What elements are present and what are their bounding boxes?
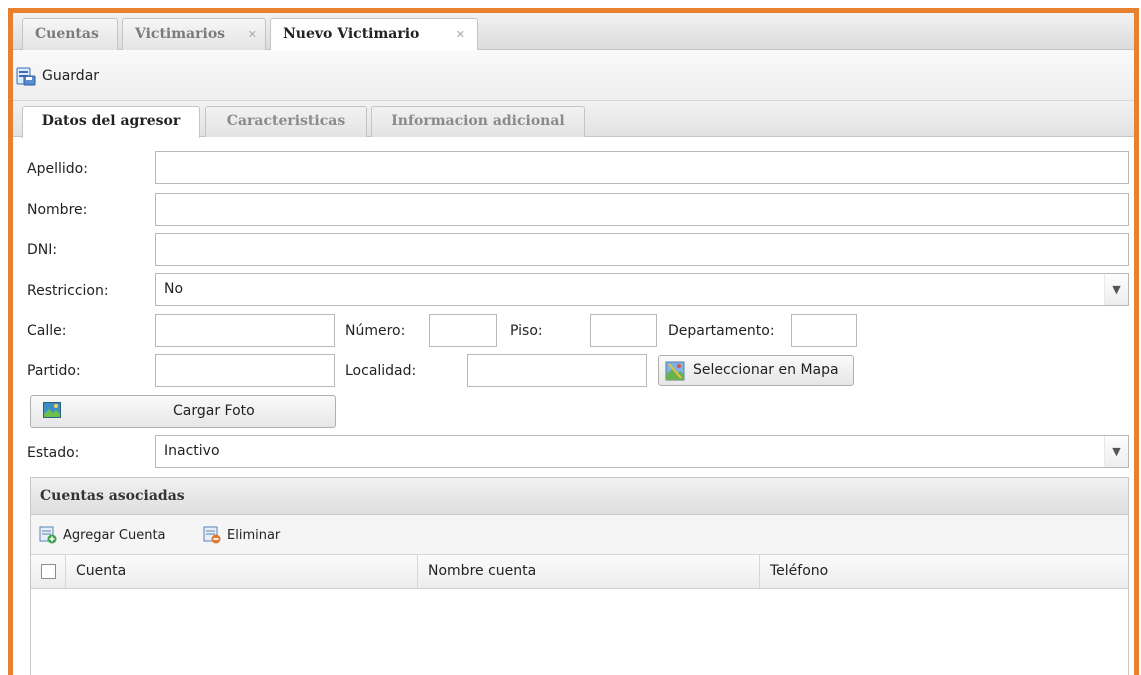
tab-datos-del-agresor-label: Datos del agresor xyxy=(41,113,181,129)
piso-field[interactable] xyxy=(590,314,657,347)
localidad-label: Localidad: xyxy=(345,363,417,379)
numero-label: Número: xyxy=(345,323,406,339)
upload-photo-button[interactable]: Cargar Foto xyxy=(30,395,336,428)
app-window: Cuentas Victimarios ✕ Nuevo Victimario ✕… xyxy=(8,8,1139,675)
apellido-field[interactable] xyxy=(155,151,1129,184)
tab-datos-del-agresor[interactable]: Datos del agresor xyxy=(22,106,200,138)
accounts-grid-header: Cuenta Nombre cuenta Teléfono xyxy=(31,555,1128,589)
numero-field[interactable] xyxy=(429,314,497,347)
piso-label: Piso: xyxy=(510,323,543,339)
restriccion-value: No xyxy=(164,281,184,297)
select-all-checkbox[interactable] xyxy=(41,564,56,579)
tab-nuevo-victimario[interactable]: Nuevo Victimario ✕ xyxy=(270,18,478,51)
select-on-map-button[interactable]: Seleccionar en Mapa xyxy=(658,355,854,386)
accounts-toolbar: Agregar Cuenta Eliminar xyxy=(31,515,1128,555)
nombre-field[interactable] xyxy=(155,193,1129,226)
estado-label: Estado: xyxy=(27,445,80,461)
main-tab-strip: Cuentas Victimarios ✕ Nuevo Victimario ✕ xyxy=(13,13,1134,51)
dni-label: DNI: xyxy=(27,242,58,258)
nombre-label: Nombre: xyxy=(27,202,88,218)
tab-informacion-adicional[interactable]: Informacion adicional xyxy=(371,106,585,137)
add-account-button[interactable]: Agregar Cuenta xyxy=(39,526,166,544)
partido-label: Partido: xyxy=(27,363,81,379)
tab-caracteristicas[interactable]: Caracteristicas xyxy=(205,106,367,137)
tab-victimarios[interactable]: Victimarios ✕ xyxy=(122,18,266,50)
picture-icon xyxy=(43,402,61,418)
save-icon xyxy=(16,66,36,86)
close-tab-victimarios-icon[interactable]: ✕ xyxy=(248,20,257,50)
select-on-map-label: Seleccionar en Mapa xyxy=(693,362,839,378)
delete-record-icon xyxy=(203,526,221,544)
associated-accounts-title: Cuentas asociadas xyxy=(31,478,1128,515)
close-tab-nuevo-victimario-icon[interactable]: ✕ xyxy=(456,20,465,50)
accounts-grid-body xyxy=(31,589,1128,675)
save-button[interactable]: Guardar xyxy=(16,66,99,86)
column-cuenta[interactable]: Cuenta xyxy=(66,555,418,588)
restriccion-label: Restriccion: xyxy=(27,283,109,299)
select-all-column xyxy=(31,555,66,588)
delete-account-button[interactable]: Eliminar xyxy=(203,526,280,544)
apellido-label: Apellido: xyxy=(27,161,88,177)
map-icon xyxy=(665,361,685,381)
save-label: Guardar xyxy=(42,68,100,84)
tab-victimarios-label: Victimarios xyxy=(135,26,226,42)
estado-value: Inactivo xyxy=(164,443,220,459)
partido-field[interactable] xyxy=(155,354,335,387)
departamento-field[interactable] xyxy=(791,314,857,347)
column-telefono[interactable]: Teléfono xyxy=(760,555,1130,588)
tab-caracteristicas-label: Caracteristicas xyxy=(226,113,346,129)
associated-accounts-panel: Cuentas asociadas Agregar Cuenta Elimina… xyxy=(30,477,1129,675)
upload-photo-label: Cargar Foto xyxy=(173,403,255,419)
form-section-tabs: Datos del agresor Caracteristicas Inform… xyxy=(13,101,1134,138)
chevron-down-icon[interactable]: ▼ xyxy=(1104,436,1128,467)
tab-cuentas-label: Cuentas xyxy=(35,26,99,42)
departamento-label: Departamento: xyxy=(668,323,775,339)
tab-informacion-adicional-label: Informacion adicional xyxy=(391,113,565,129)
tab-cuentas[interactable]: Cuentas xyxy=(22,18,118,50)
add-record-icon xyxy=(39,526,57,544)
add-account-label: Agregar Cuenta xyxy=(63,527,166,543)
form-toolbar: Guardar xyxy=(13,50,1134,101)
restriccion-select[interactable]: No ▼ xyxy=(155,273,1129,306)
estado-select[interactable]: Inactivo ▼ xyxy=(155,435,1129,468)
dni-field[interactable] xyxy=(155,233,1129,266)
column-nombre-cuenta[interactable]: Nombre cuenta xyxy=(418,555,760,588)
calle-label: Calle: xyxy=(27,323,67,339)
chevron-down-icon[interactable]: ▼ xyxy=(1104,274,1128,305)
tab-nuevo-victimario-label: Nuevo Victimario xyxy=(283,26,420,42)
calle-field[interactable] xyxy=(155,314,335,347)
delete-account-label: Eliminar xyxy=(227,527,281,543)
localidad-field[interactable] xyxy=(467,354,647,387)
